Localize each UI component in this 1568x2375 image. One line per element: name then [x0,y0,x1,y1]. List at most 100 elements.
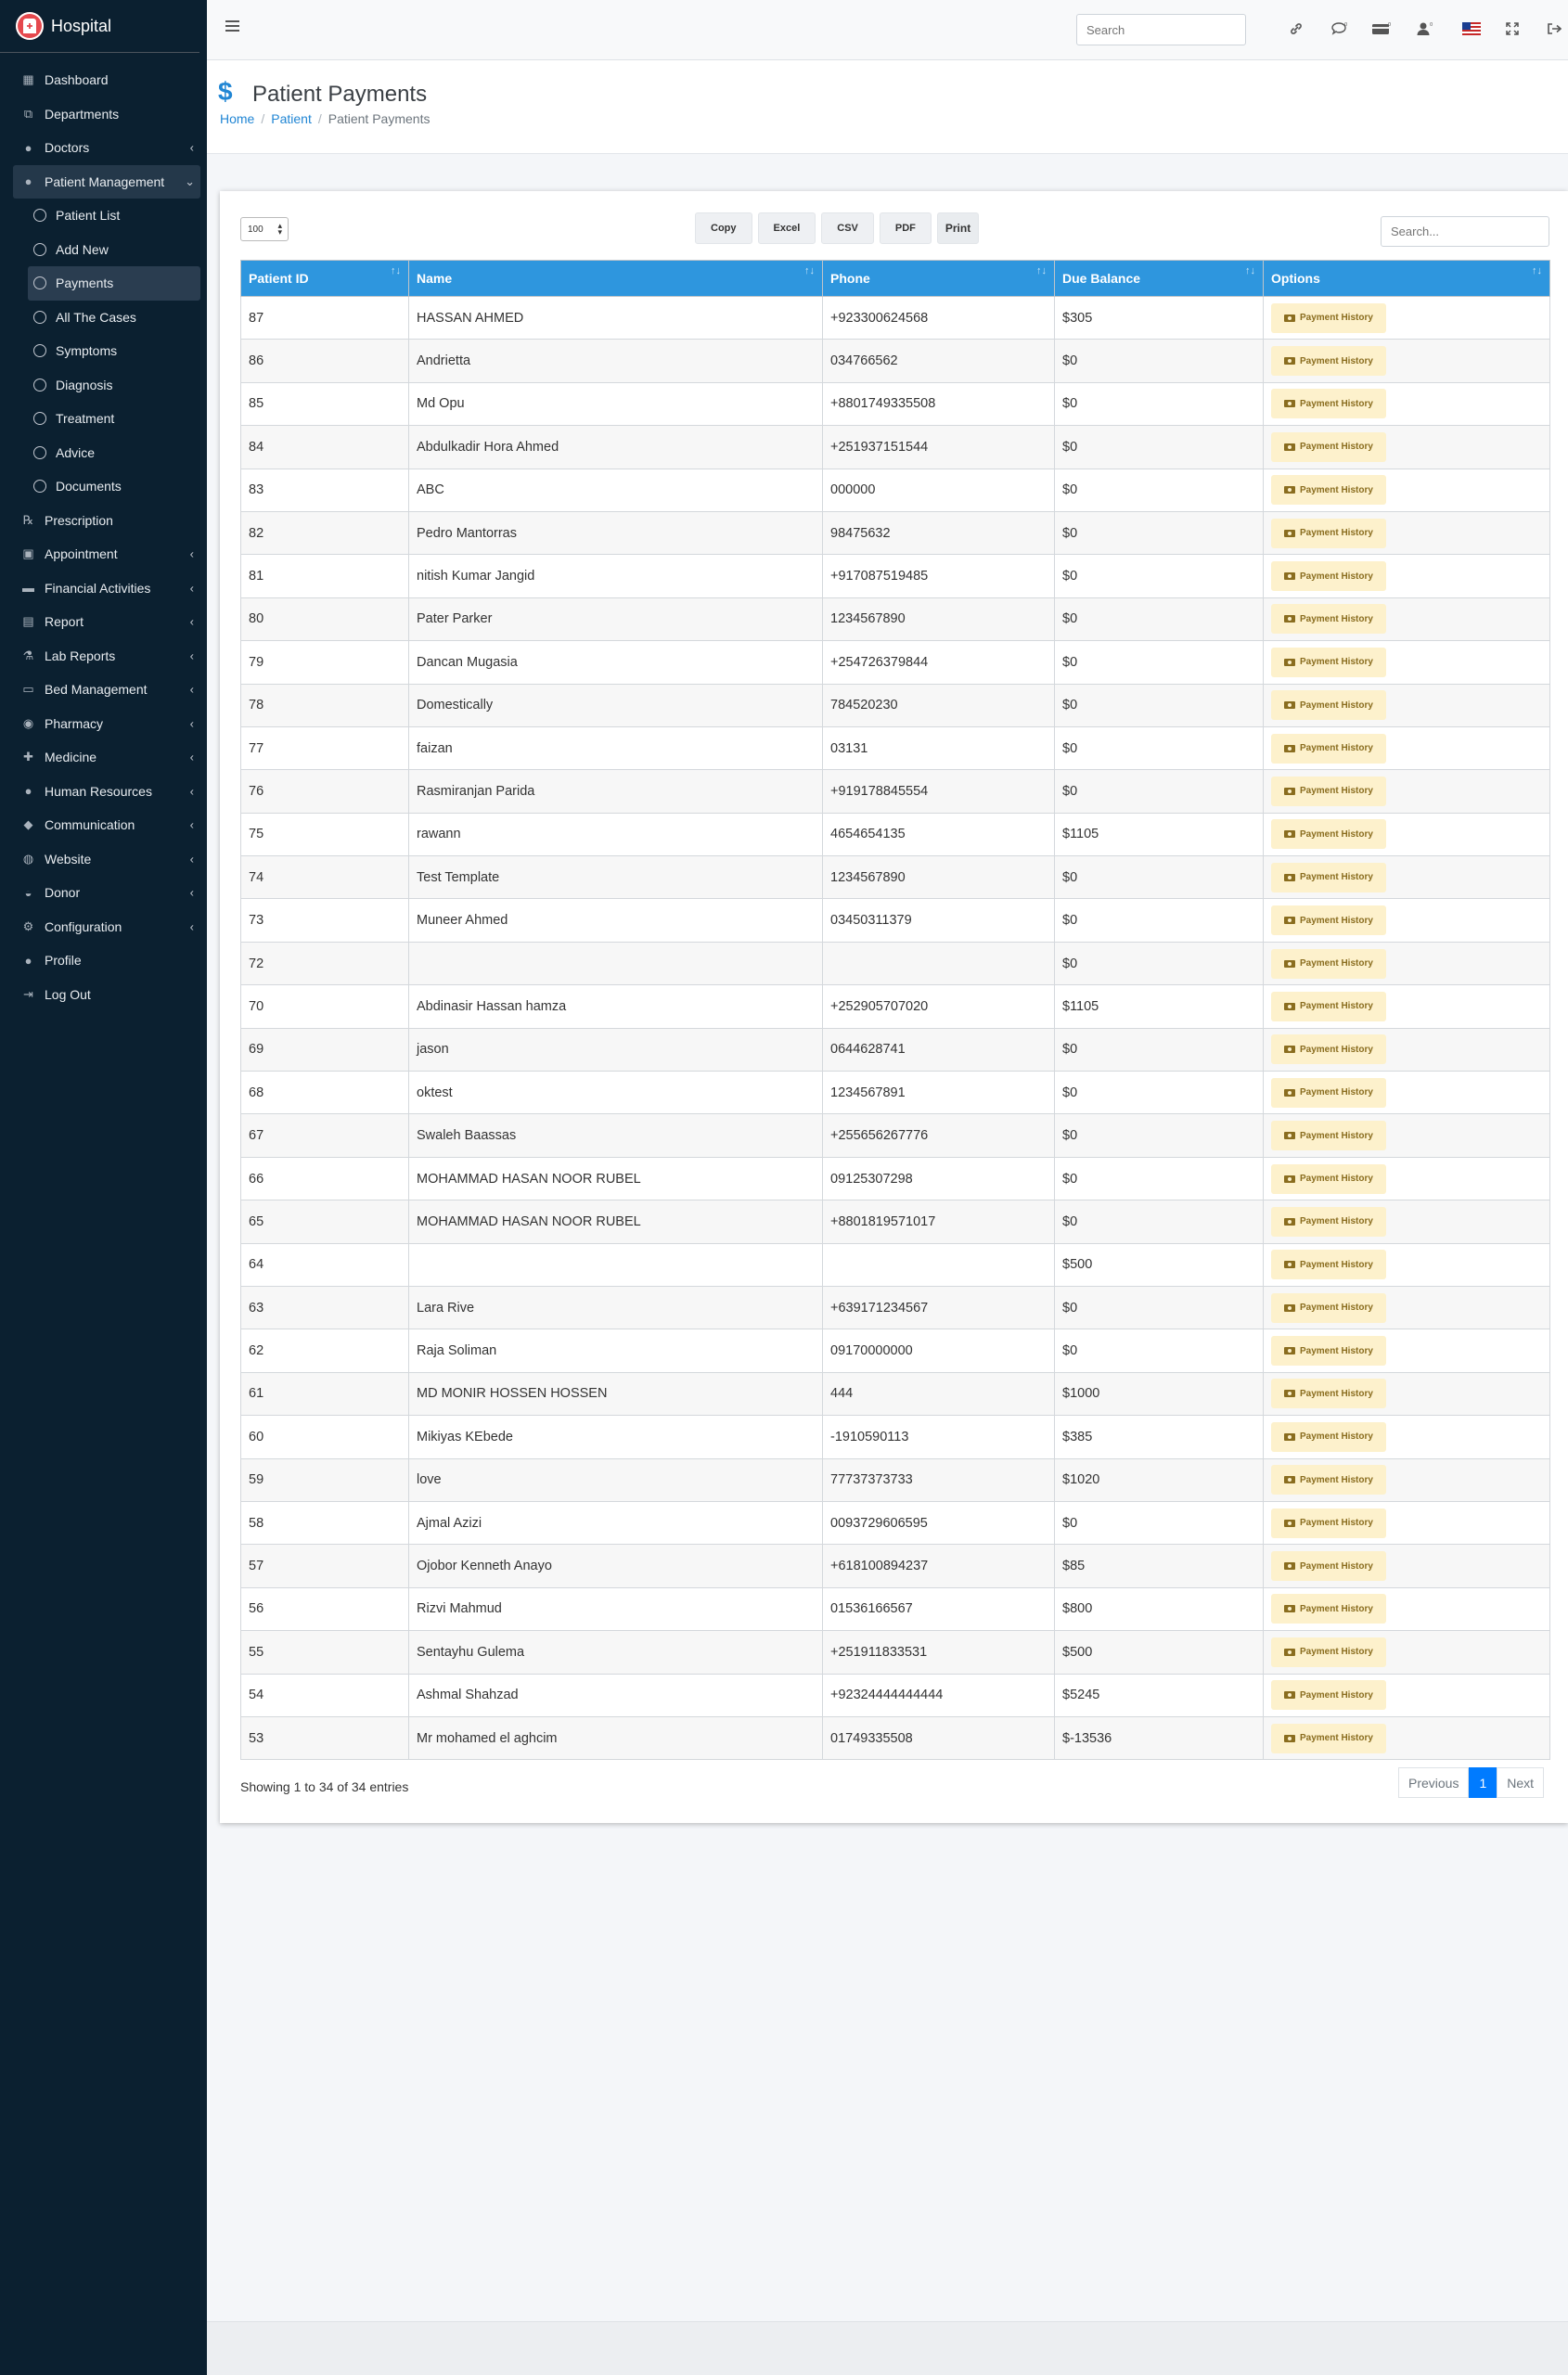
payment-history-button[interactable]: Payment History [1271,1680,1386,1711]
fullscreen-icon[interactable] [1502,19,1523,39]
sidebar-item-log-out[interactable]: ⇥ Log Out [0,978,207,1012]
payment-history-button[interactable]: Payment History [1271,1551,1386,1582]
table-row: 54 Ashmal Shahzad +92324444444444 $5245 Paym… [240,1673,1550,1717]
payment-history-button[interactable]: Payment History [1271,1336,1386,1367]
payment-history-button[interactable]: Payment History [1271,1594,1386,1624]
sidebar-item-human-resources[interactable]: ● Human Resources ‹ [0,775,207,809]
sidebar-item-departments[interactable]: ⧉ Departments [0,97,207,132]
payment-history-button[interactable]: Payment History [1271,1508,1386,1538]
sidebar-item-documents[interactable]: Documents [0,469,207,504]
payment-history-button[interactable]: Payment History [1271,431,1386,462]
sidebar-item-medicine[interactable]: ✚ Medicine ‹ [0,740,207,775]
payment-history-button[interactable]: Payment History [1271,561,1386,592]
payment-history-button[interactable]: Payment History [1271,1379,1386,1409]
sidebar-item-symptoms[interactable]: Symptoms [0,334,207,368]
sidebar-item-label: Patient Management [45,173,165,189]
sidebar-item-bed-management[interactable]: ▭ Bed Management ‹ [0,673,207,707]
top-search-input[interactable] [1076,14,1246,45]
column-header-due-balance[interactable]: Due Balance ↑↓ [1054,260,1264,297]
payment-history-button[interactable]: Payment History [1271,302,1386,333]
payment-history-button[interactable]: Payment History [1271,518,1386,548]
payment-history-button[interactable]: Payment History [1271,1292,1386,1323]
payment-history-button[interactable]: Payment History [1271,346,1386,377]
table-row: 63 Lara Rive +639171234567 $0 Payment Histor… [240,1285,1550,1330]
payment-history-button[interactable]: Payment History [1271,733,1386,764]
menu-toggle-icon[interactable] [225,20,239,32]
link-icon[interactable] [1286,19,1306,39]
sidebar-item-donor[interactable]: ◒ Donor ‹ [0,876,207,910]
column-header-name[interactable]: Name ↑↓ [408,260,823,297]
sidebar-item-advice[interactable]: Advice [0,436,207,470]
payment-history-button[interactable]: Payment History [1271,647,1386,677]
payment-history-button[interactable]: Payment History [1271,1723,1386,1753]
comments-icon[interactable]: 0 [1330,19,1350,39]
page-1-button[interactable]: 1 [1469,1767,1497,1798]
page-length-select[interactable]: 100 ▴ ▾ [240,217,289,241]
sidebar-item-add-new[interactable]: Add New [0,233,207,267]
previous-page-button[interactable]: Previous [1398,1767,1470,1798]
column-header-patient-id[interactable]: Patient ID ↑↓ [240,260,409,297]
sidebar-item-website[interactable]: ◍ Website ‹ [0,842,207,877]
payment-history-button[interactable]: Payment History [1271,819,1386,850]
money-bill-icon [1284,959,1295,968]
sidebar-item-patient-management[interactable]: ● Patient Management ⌄ [13,164,200,199]
user-icon[interactable]: 0 [1415,19,1435,39]
payment-history-button[interactable]: Payment History [1271,776,1386,806]
csv-button[interactable]: CSV [821,212,874,244]
us-flag-icon[interactable] [1462,22,1481,35]
table-row: 75 rawann 4654654135 $1105 Payment History [240,812,1550,857]
payment-history-button[interactable]: Payment History [1271,389,1386,419]
column-header-options[interactable]: Options ↑↓ [1263,260,1550,297]
sidebar-item-pharmacy[interactable]: ◉ Pharmacy ‹ [0,707,207,741]
payment-history-button[interactable]: Payment History [1271,475,1386,506]
payment-history-button[interactable]: Payment History [1271,1250,1386,1280]
cell-patient-id: 56 [240,1586,409,1632]
payment-history-button[interactable]: Payment History [1271,1034,1386,1065]
brand[interactable]: Hospital [0,0,199,53]
pdf-button[interactable]: PDF [879,212,932,244]
sidebar-item-dashboard[interactable]: ▦ Dashboard [0,63,207,97]
sidebar-item-patient-list[interactable]: Patient List [0,199,207,233]
sidebar-item-configuration[interactable]: ⚙ Configuration ‹ [0,910,207,944]
sidebar-item-appointment[interactable]: ▣ Appointment ‹ [0,537,207,571]
payment-history-button[interactable]: Payment History [1271,1121,1386,1151]
cell-phone: +255656267776 [822,1113,1055,1158]
breadcrumb-home[interactable]: Home [220,111,254,126]
sidebar-item-payments[interactable]: Payments [28,266,200,301]
circle-icon [33,378,46,392]
sidebar-item-lab-reports[interactable]: ⚗ Lab Reports ‹ [0,639,207,674]
print-button[interactable]: Print [936,212,980,244]
table-search-input[interactable] [1381,216,1549,247]
payment-history-button[interactable]: Payment History [1271,690,1386,721]
sidebar-item-profile[interactable]: ● Profile [0,944,207,978]
column-header-phone[interactable]: Phone ↑↓ [822,260,1055,297]
cell-name: Sentayhu Gulema [408,1630,823,1675]
sidebar-item-report[interactable]: ▤ Report ‹ [0,605,207,639]
sidebar-item-diagnosis[interactable]: Diagnosis [0,368,207,403]
excel-button[interactable]: Excel [757,212,816,244]
payment-history-button[interactable]: Payment History [1271,1465,1386,1496]
sidebar-item-prescription[interactable]: ℞ Prescription [0,504,207,538]
payment-history-button[interactable]: Payment History [1271,862,1386,892]
cell-name: oktest [408,1071,823,1115]
payment-history-button[interactable]: Payment History [1271,1421,1386,1452]
sidebar-item-communication[interactable]: ◆ Communication ‹ [0,808,207,842]
payment-history-button[interactable]: Payment History [1271,1163,1386,1194]
next-page-button[interactable]: Next [1497,1767,1545,1798]
payment-history-button[interactable]: Payment History [1271,604,1386,635]
payment-history-button[interactable]: Payment History [1271,1206,1386,1237]
breadcrumb-patient[interactable]: Patient [271,111,312,126]
copy-button[interactable]: Copy [695,212,752,244]
payment-history-button[interactable]: Payment History [1271,1077,1386,1108]
sidebar-item-treatment[interactable]: Treatment [0,402,207,436]
payment-card-icon[interactable]: 0 [1371,19,1392,39]
sidebar-item-doctors[interactable]: ● Doctors ‹ [0,131,207,165]
payment-history-button[interactable]: Payment History [1271,905,1386,936]
sidebar-item-all-the-cases[interactable]: All The Cases [0,301,207,335]
payment-history-button[interactable]: Payment History [1271,1637,1386,1667]
payment-history-button[interactable]: Payment History [1271,991,1386,1021]
payment-history-button[interactable]: Payment History [1271,948,1386,979]
sidebar-item-financial-activities[interactable]: ▬ Financial Activities ‹ [0,571,207,606]
column-label: Phone [830,271,870,286]
logout-icon[interactable] [1544,19,1564,39]
